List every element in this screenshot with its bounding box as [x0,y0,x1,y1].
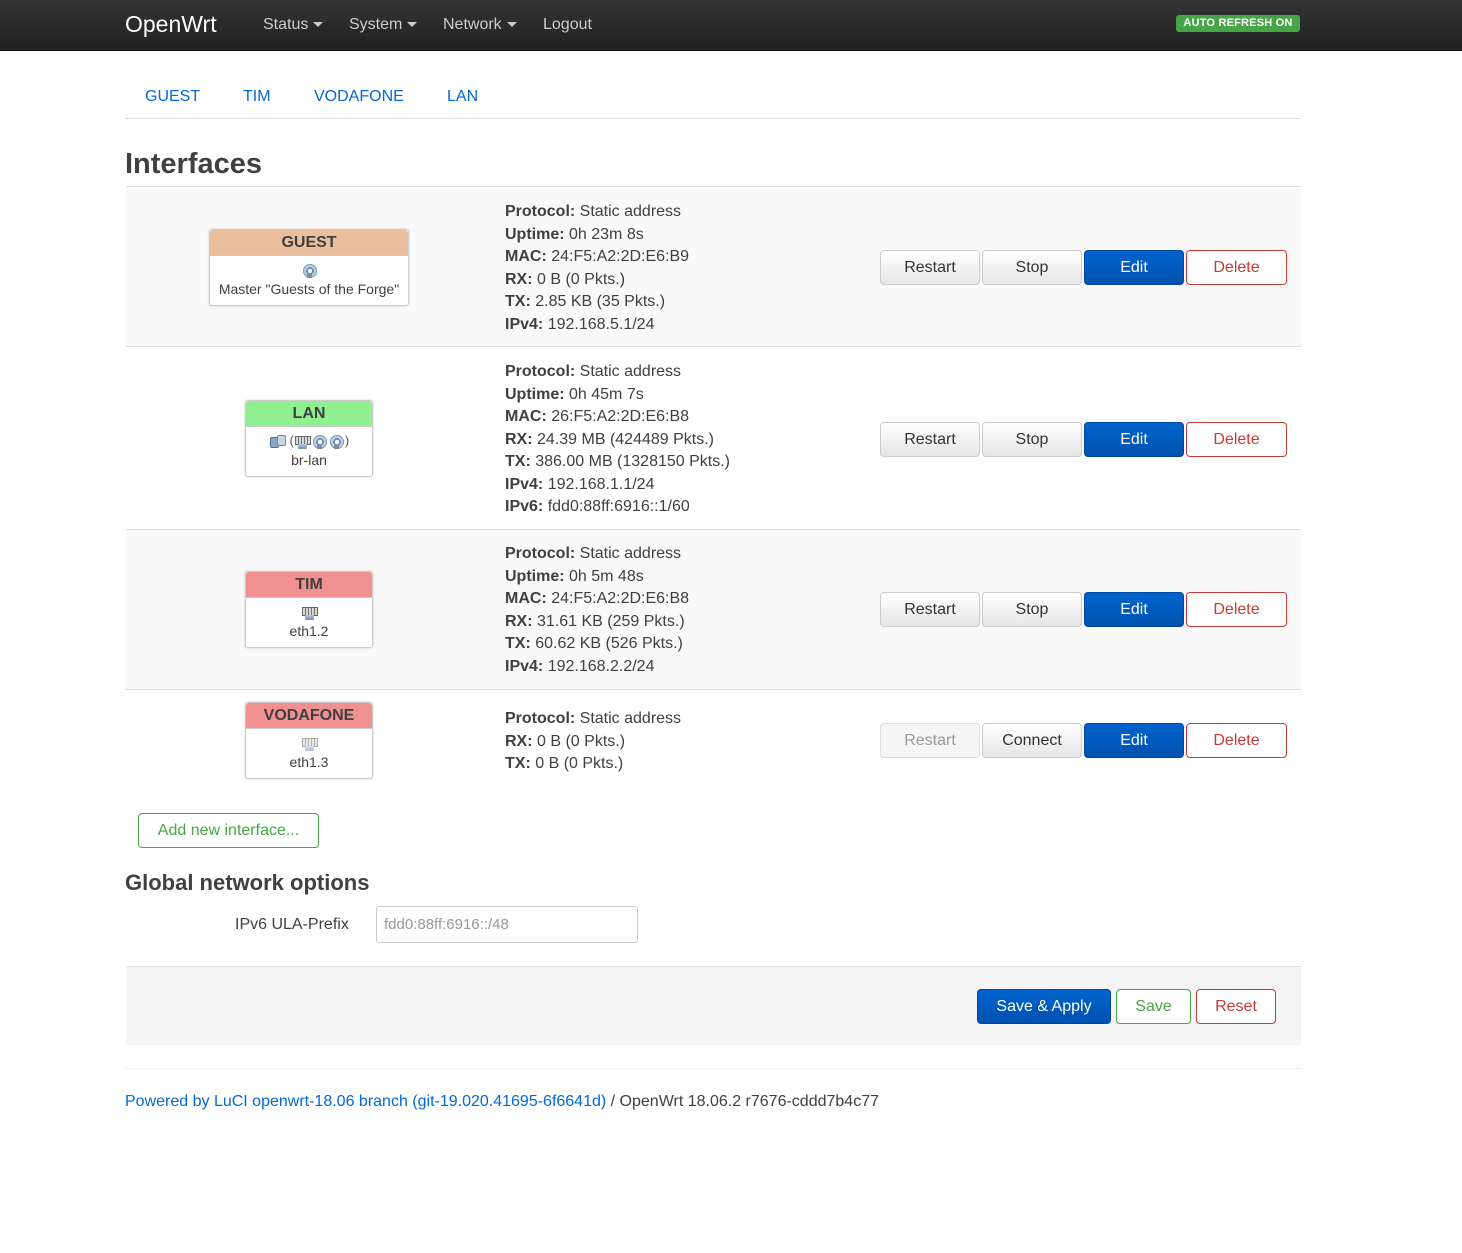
chevron-down-icon [313,22,324,28]
stop-button[interactable]: Stop [982,250,1082,285]
ifacebox-tim: TIM eth1.2 [245,571,373,648]
stop-button[interactable]: Stop [982,592,1082,627]
ifacebox-name: GUEST [210,230,408,256]
restart-button[interactable]: Restart [880,250,980,285]
menu-network[interactable]: Network [443,15,517,35]
ifacebox-device: eth1.3 [289,754,329,770]
tab-vodafone[interactable]: VODAFONE [314,87,404,107]
add-interface-button[interactable]: Add new interface... [138,813,319,848]
chevron-down-icon [407,22,418,28]
auto-refresh-badge[interactable]: AUTO REFRESH ON [1176,15,1300,32]
ifacebox-name: VODAFONE [246,703,372,729]
tab-guest[interactable]: GUEST [145,87,200,107]
ifacebox-device: Master "Guests of the Forge" [218,281,400,297]
reset-button[interactable]: Reset [1196,989,1276,1024]
connect-button[interactable]: Connect [982,723,1082,758]
ifacebox-device: br-lan [291,452,327,468]
interface-row-guest: GUEST Master "Guests of the Forge" Proto… [126,186,1301,346]
edit-button[interactable]: Edit [1084,592,1184,627]
interface-row-vodafone: VODAFONE eth1.3 Protocol: Static address… [126,689,1301,794]
ifacebox-name: TIM [246,572,372,598]
ula-prefix-label: IPv6 ULA-Prefix [235,916,349,933]
stop-button[interactable]: Stop [982,422,1082,457]
ifacebox-name: LAN [246,401,372,427]
restart-button[interactable]: Restart [880,723,980,758]
delete-button[interactable]: Delete [1186,250,1287,285]
menu-logout[interactable]: Logout [543,15,592,35]
ethernet-icon [301,736,318,752]
restart-button[interactable]: Restart [880,592,980,627]
ethernet-icon [294,434,311,450]
ifacebox-vodafone: VODAFONE eth1.3 [245,702,373,779]
edit-button[interactable]: Edit [1084,723,1184,758]
ifacebox-guest: GUEST Master "Guests of the Forge" [209,229,409,306]
interface-info: Protocol: Static address Uptime: 0h 5m 4… [505,545,690,675]
menu-system[interactable]: System [349,15,418,35]
delete-button[interactable]: Delete [1186,723,1287,758]
interface-info: Protocol: Static address RX: 0 B (0 Pkts… [505,710,682,772]
menu-status[interactable]: Status [263,15,324,35]
page-title: Interfaces [125,148,263,180]
ula-prefix-input[interactable] [376,906,638,943]
wifi-icon [311,434,328,450]
delete-button[interactable]: Delete [1186,592,1287,627]
ifacebox-lan: LAN () br-lan [245,400,373,477]
top-navbar: OpenWrt Status System Network Logout AUT… [0,0,1462,51]
interface-row-tim: TIM eth1.2 Protocol: Static address Upti… [126,529,1301,689]
edit-button[interactable]: Edit [1084,250,1184,285]
interface-info: Protocol: Static address Uptime: 0h 23m … [505,203,690,333]
interface-tabs: GUEST TIM VODAFONE LAN [125,78,1301,119]
brand-logo[interactable]: OpenWrt [125,10,217,38]
interface-row-lan: LAN () br-lan Protocol: Static address U… [126,346,1301,529]
wifi-icon [301,263,318,279]
bridge-icon [269,434,286,450]
delete-button[interactable]: Delete [1186,422,1287,457]
ifacebox-device: eth1.2 [289,623,329,639]
restart-button[interactable]: Restart [880,422,980,457]
luci-link[interactable]: Powered by LuCI openwrt-18.06 branch (gi… [125,1093,606,1110]
interface-info: Protocol: Static address Uptime: 0h 45m … [505,363,731,515]
save-apply-button[interactable]: Save & Apply [977,989,1111,1024]
footer-divider [126,1068,1301,1069]
tab-lan[interactable]: LAN [447,87,478,107]
form-actions: Save & Apply Save Reset [126,966,1301,1045]
chevron-down-icon [506,22,517,28]
ethernet-icon [301,605,318,621]
footer: Powered by LuCI openwrt-18.06 branch (gi… [125,1093,879,1110]
firmware-version: OpenWrt 18.06.2 r7676-cddd7b4c77 [619,1093,879,1110]
wifi-icon [328,434,345,450]
save-button[interactable]: Save [1116,989,1191,1024]
tab-tim[interactable]: TIM [243,87,271,107]
edit-button[interactable]: Edit [1084,422,1184,457]
global-options-title: Global network options [125,870,370,895]
